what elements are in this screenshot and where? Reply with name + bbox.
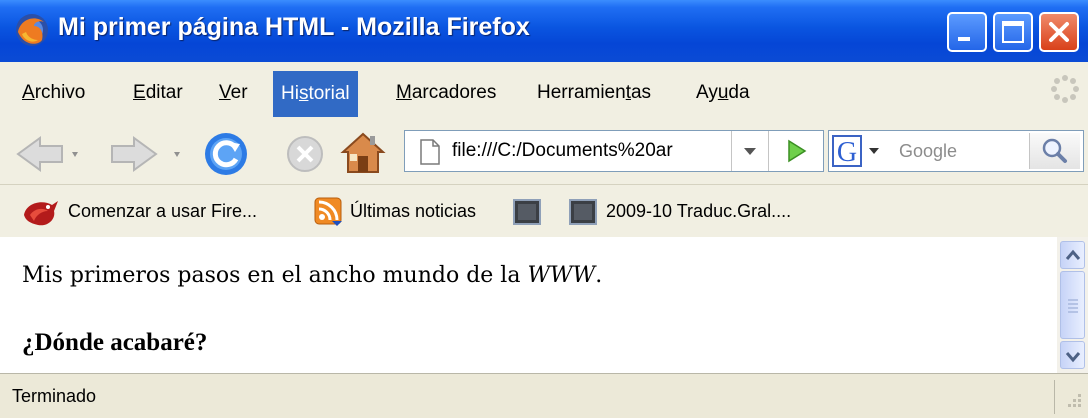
search-input[interactable]: Google (899, 131, 957, 171)
browser-window: Mi primer página HTML - Mozilla Firefox … (0, 0, 1088, 418)
magnifier-icon (1042, 138, 1067, 163)
google-icon: G (832, 135, 879, 168)
window-title: Mi primer página HTML - Mozilla Firefox (58, 13, 530, 41)
paragraph-emphasis: WWW (527, 263, 596, 288)
bookmark-icon (569, 199, 597, 225)
grip-icon (1068, 299, 1078, 313)
page-icon (420, 139, 440, 165)
scroll-thumb[interactable] (1060, 271, 1085, 339)
menu-label: Editar (133, 82, 183, 103)
go-button[interactable] (768, 131, 825, 171)
stop-icon[interactable] (285, 134, 325, 174)
vertical-scrollbar[interactable] (1057, 237, 1088, 373)
maximize-icon (1002, 21, 1024, 43)
status-text: Terminado (12, 386, 97, 406)
menu-label: Archivo (22, 82, 86, 103)
url-dropdown-button[interactable] (731, 131, 768, 171)
page-heading: ¿Dónde acabaré? (22, 329, 208, 356)
close-icon (1049, 22, 1069, 42)
firefox-icon (16, 14, 48, 46)
search-engine-selector[interactable]: G (831, 134, 887, 168)
rss-icon (314, 197, 342, 226)
page-content: Mis primeros pasos en el ancho mundo de … (0, 237, 1057, 373)
chevron-down-icon (744, 148, 756, 155)
minimize-button[interactable] (947, 12, 987, 52)
scroll-down-button[interactable] (1060, 341, 1085, 369)
url-bar[interactable]: file:///C:/Documents%20ar (404, 130, 824, 172)
bookmark-comenzar[interactable]: Comenzar a usar Fire... (68, 195, 257, 227)
bookmark-icon[interactable] (512, 198, 542, 226)
menu-archivo[interactable]: Archivo (14, 76, 93, 110)
menu-herramientas[interactable]: Herramientas (529, 76, 659, 110)
status-bar: Terminado (0, 373, 1088, 418)
menu-historial[interactable]: Historial (273, 71, 358, 117)
menu-label: Ver (219, 82, 248, 103)
menu-marcadores[interactable]: Marcadores (388, 76, 504, 110)
url-input[interactable]: file:///C:/Documents%20ar (452, 131, 717, 171)
menu-ayuda[interactable]: Ayuda (688, 76, 758, 110)
back-icon[interactable] (16, 134, 80, 174)
search-button[interactable] (1029, 133, 1080, 169)
menu-editar[interactable]: Editar (125, 76, 191, 110)
chevron-up-icon (1065, 249, 1081, 260)
go-arrow-icon (788, 139, 807, 163)
paragraph-text: Mis primeros pasos en el ancho mundo de … (22, 263, 528, 288)
menu-label: Historial (281, 83, 350, 104)
bookmark-traduc-gral[interactable]: 2009-10 Traduc.Gral.... (606, 195, 791, 227)
search-engine-letter: G (837, 137, 857, 168)
menu-label: Herramientas (537, 82, 652, 103)
minimize-icon (958, 37, 970, 41)
home-icon[interactable] (340, 130, 386, 176)
search-bar[interactable]: G Google (828, 130, 1084, 172)
menu-bar: Archivo Editar Ver Historial Marcadores … (0, 62, 1088, 123)
resize-grip-icon[interactable] (1062, 390, 1084, 412)
scroll-up-button[interactable] (1060, 241, 1085, 269)
forward-icon[interactable] (110, 134, 184, 174)
reload-icon[interactable] (202, 130, 250, 178)
bookmark-ultimas-noticias[interactable]: Últimas noticias (350, 195, 476, 227)
throbber-icon (1051, 75, 1079, 103)
close-button[interactable] (1039, 12, 1079, 52)
status-separator (1054, 380, 1055, 414)
title-bar[interactable]: Mi primer página HTML - Mozilla Firefox (0, 0, 1088, 62)
menu-label: Marcadores (396, 82, 497, 103)
menu-label: Ayuda (696, 82, 750, 103)
bookmarks-toolbar: Comenzar a usar Fire... Últimas noticias… (0, 184, 1088, 238)
paragraph-end: . (595, 263, 603, 288)
menu-ver[interactable]: Ver (211, 76, 256, 110)
firefox-icon (24, 201, 58, 226)
intro-paragraph: Mis primeros pasos en el ancho mundo de … (22, 263, 602, 288)
chevron-down-icon (1065, 352, 1081, 363)
maximize-button[interactable] (993, 12, 1033, 52)
